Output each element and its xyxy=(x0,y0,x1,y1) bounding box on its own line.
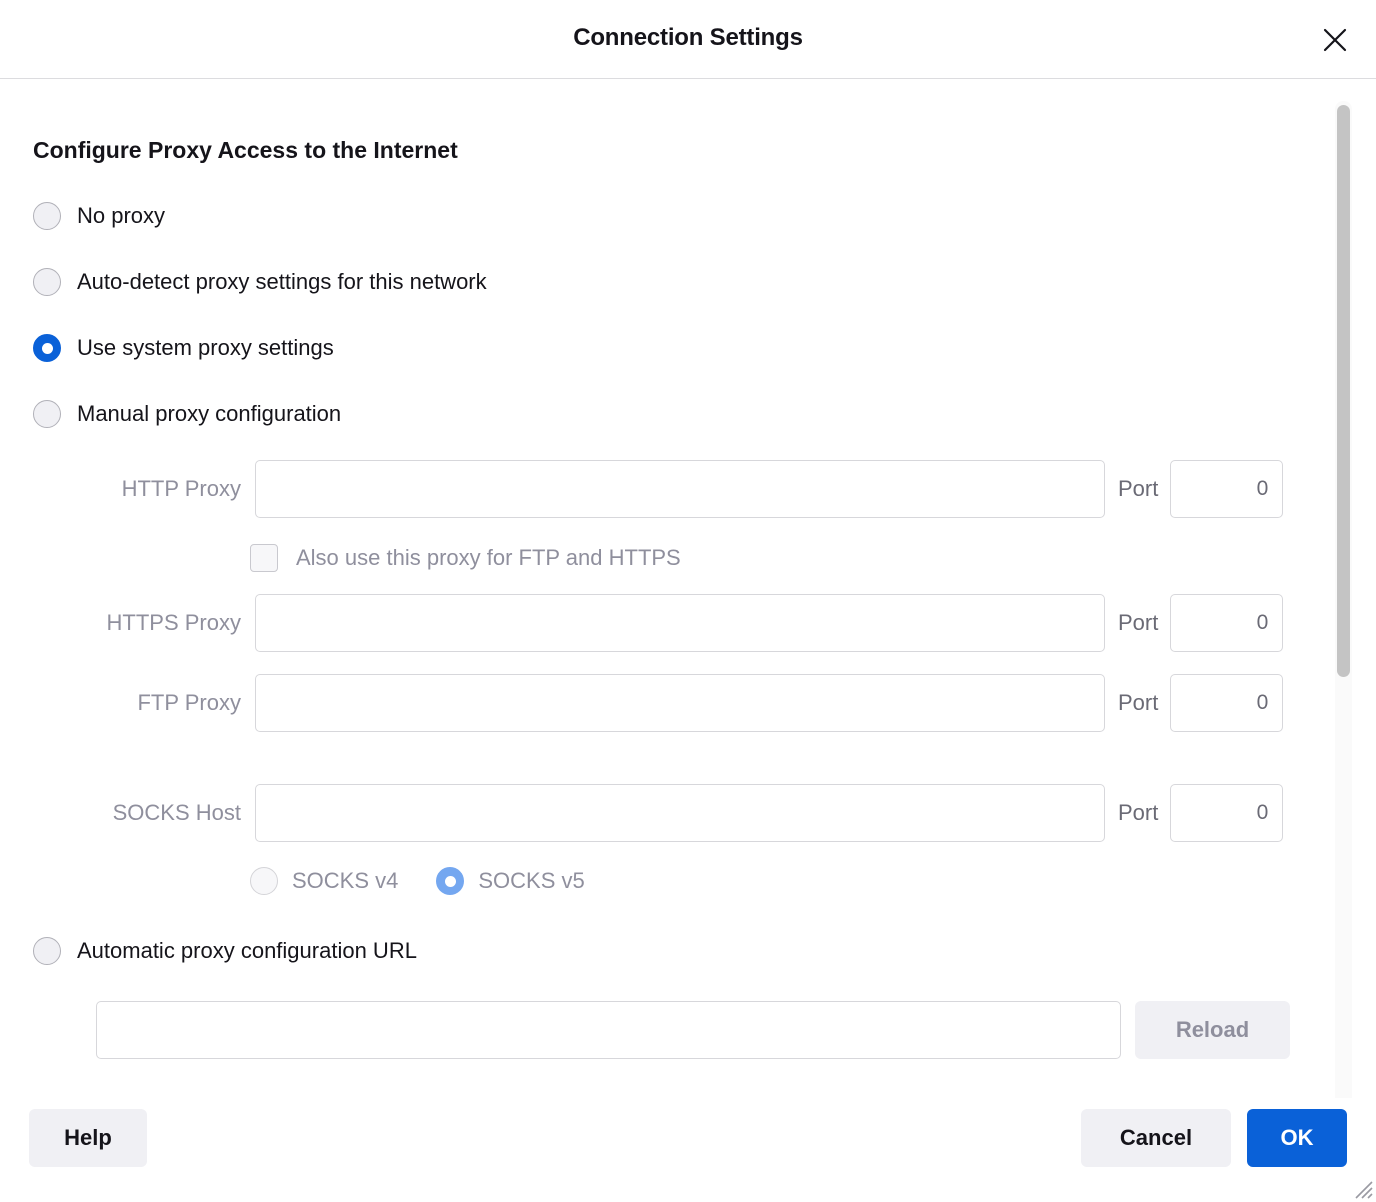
field-row-socks-host: SOCKS Host Port 0 xyxy=(0,784,1310,842)
radio-no-proxy[interactable]: No proxy xyxy=(33,192,1310,240)
resize-grip[interactable] xyxy=(1348,1174,1374,1200)
vertical-scrollbar-thumb[interactable] xyxy=(1337,105,1350,677)
dialog-footer: Help Cancel OK xyxy=(0,1098,1376,1202)
ftp-proxy-input[interactable] xyxy=(255,674,1105,732)
close-icon xyxy=(1320,25,1350,55)
radio-pac-url-indicator xyxy=(33,937,61,965)
radio-manual-proxy[interactable]: Manual proxy configuration xyxy=(33,390,1310,438)
radio-socks-v4[interactable]: SOCKS v4 xyxy=(250,867,398,895)
radio-use-system-proxy-indicator xyxy=(33,334,61,362)
radio-socks-v5-indicator xyxy=(436,867,465,895)
radio-manual-proxy-label: Manual proxy configuration xyxy=(77,401,342,426)
radio-auto-detect-label: Auto-detect proxy settings for this netw… xyxy=(77,269,487,294)
ftp-proxy-label: FTP Proxy xyxy=(137,690,241,715)
share-proxy-label: Also use this proxy for FTP and HTTPS xyxy=(296,545,681,570)
dialog-body: Configure Proxy Access to the Internet N… xyxy=(0,79,1376,1202)
radio-socks-v4-indicator xyxy=(250,867,278,895)
radio-manual-proxy-indicator xyxy=(33,400,61,428)
http-proxy-label: HTTP Proxy xyxy=(121,476,241,501)
pac-url-row: Reload xyxy=(0,1001,1310,1059)
field-row-https-proxy: HTTPS Proxy Port 0 xyxy=(0,594,1310,652)
http-port-input[interactable]: 0 xyxy=(1170,460,1284,518)
ok-button[interactable]: OK xyxy=(1247,1109,1347,1167)
close-button[interactable] xyxy=(1315,20,1355,60)
pac-url-input[interactable] xyxy=(96,1001,1121,1059)
ftp-port-label: Port xyxy=(1118,690,1159,715)
help-button[interactable]: Help xyxy=(29,1109,147,1167)
settings-content: Configure Proxy Access to the Internet N… xyxy=(0,79,1310,1059)
radio-pac-url[interactable]: Automatic proxy configuration URL xyxy=(33,927,1310,975)
socks-version-group: SOCKS v4 SOCKS v5 xyxy=(0,867,1310,895)
radio-auto-detect-indicator xyxy=(33,268,61,296)
radio-use-system-proxy[interactable]: Use system proxy settings xyxy=(33,324,1310,372)
socks-host-input[interactable] xyxy=(255,784,1105,842)
ftp-port-input[interactable]: 0 xyxy=(1170,674,1284,732)
socks-port-input[interactable]: 0 xyxy=(1170,784,1284,842)
radio-use-system-proxy-label: Use system proxy settings xyxy=(77,335,334,360)
page-title: Configure Proxy Access to the Internet xyxy=(33,137,458,163)
vertical-scrollbar-track[interactable] xyxy=(1335,101,1352,1202)
socks-port-label: Port xyxy=(1118,800,1159,825)
radio-pac-url-label: Automatic proxy configuration URL xyxy=(77,938,417,963)
radio-auto-detect[interactable]: Auto-detect proxy settings for this netw… xyxy=(33,258,1310,306)
checkbox-row-share-proxy[interactable]: Also use this proxy for FTP and HTTPS xyxy=(0,544,1310,572)
radio-no-proxy-indicator xyxy=(33,202,61,230)
radio-socks-v4-label: SOCKS v4 xyxy=(292,868,399,893)
reload-button[interactable]: Reload xyxy=(1135,1001,1290,1059)
radio-no-proxy-label: No proxy xyxy=(77,203,166,228)
radio-socks-v5[interactable]: SOCKS v5 xyxy=(436,867,585,895)
cancel-button[interactable]: Cancel xyxy=(1081,1109,1231,1167)
socks-host-label: SOCKS Host xyxy=(112,800,241,825)
radio-socks-v5-label: SOCKS v5 xyxy=(478,868,585,893)
dialog-title: Connection Settings xyxy=(573,24,803,51)
dialog-titlebar: Connection Settings xyxy=(0,0,1376,79)
http-proxy-input[interactable] xyxy=(255,460,1105,518)
https-proxy-input[interactable] xyxy=(255,594,1105,652)
https-proxy-label: HTTPS Proxy xyxy=(106,610,241,635)
field-row-http-proxy: HTTP Proxy Port 0 xyxy=(0,460,1310,518)
share-proxy-checkbox[interactable] xyxy=(250,544,278,572)
connection-settings-dialog: Connection Settings Configure Proxy Acce… xyxy=(0,0,1376,1202)
http-port-label: Port xyxy=(1118,476,1159,501)
https-port-label: Port xyxy=(1118,610,1159,635)
field-row-ftp-proxy: FTP Proxy Port 0 xyxy=(0,674,1310,732)
https-port-input[interactable]: 0 xyxy=(1170,594,1284,652)
